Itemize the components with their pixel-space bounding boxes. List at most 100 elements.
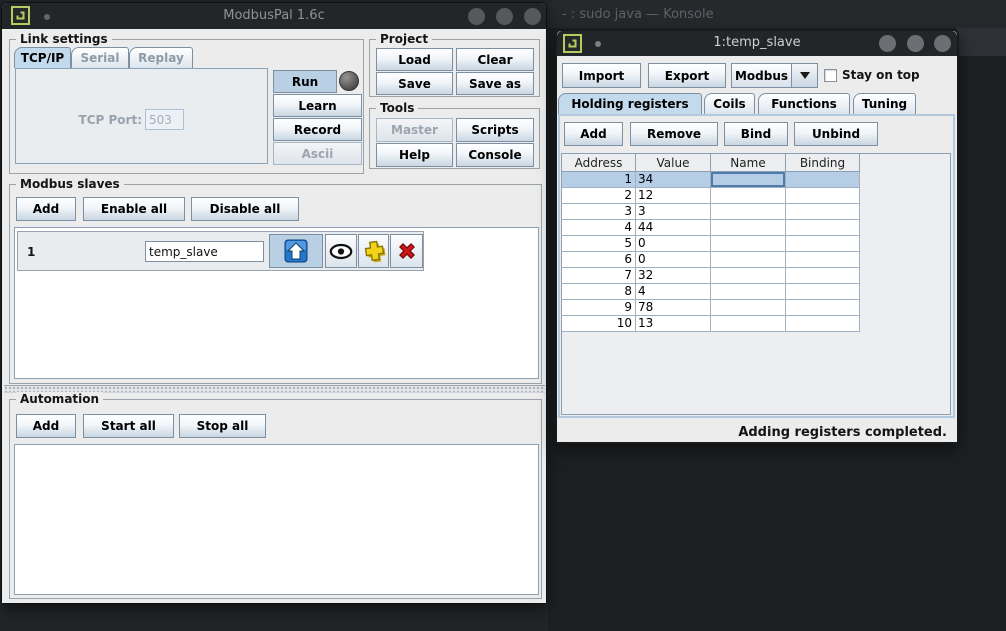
tab-serial[interactable]: Serial [71, 47, 129, 68]
table-row[interactable]: 84 [562, 284, 950, 300]
table-row[interactable]: 978 [562, 300, 950, 316]
minimize-button[interactable] [468, 8, 485, 25]
table-row[interactable]: 1013 [562, 316, 950, 332]
disable-all-button[interactable]: Disable all [191, 197, 299, 221]
tab-tcpip[interactable]: TCP/IP [14, 47, 71, 68]
start-all-button[interactable]: Start all [83, 414, 174, 438]
register-remove-button[interactable]: Remove [630, 122, 718, 146]
maximize-button[interactable] [907, 35, 924, 52]
save-button[interactable]: Save [376, 72, 453, 95]
tab-holding-registers[interactable]: Holding registers [558, 93, 702, 114]
address-cell[interactable]: 1 [562, 172, 636, 188]
bind-button[interactable]: Bind [724, 122, 788, 146]
scripts-button[interactable]: Scripts [456, 118, 534, 142]
name-cell[interactable] [711, 220, 786, 236]
name-cell[interactable] [711, 172, 786, 188]
value-cell[interactable]: 0 [636, 252, 711, 268]
binding-cell[interactable] [786, 220, 860, 236]
address-cell[interactable]: 9 [562, 300, 636, 316]
binding-cell[interactable] [786, 268, 860, 284]
binding-cell[interactable] [786, 316, 860, 332]
slave-name-field[interactable] [145, 241, 264, 262]
tab-functions[interactable]: Functions [758, 93, 850, 114]
load-button[interactable]: Load [376, 48, 453, 71]
close-button[interactable] [524, 8, 541, 25]
binding-cell[interactable] [786, 252, 860, 268]
table-row[interactable]: 134 [562, 172, 950, 188]
name-cell[interactable] [711, 188, 786, 204]
table-row[interactable]: 33 [562, 204, 950, 220]
tcp-port-field[interactable] [145, 109, 184, 130]
address-cell[interactable]: 10 [562, 316, 636, 332]
address-cell[interactable]: 6 [562, 252, 636, 268]
binding-cell[interactable] [786, 236, 860, 252]
stay-on-top-checkbox[interactable] [824, 69, 837, 82]
ascii-button[interactable]: Ascii [273, 142, 362, 165]
column-header[interactable]: Value [636, 154, 711, 172]
value-cell[interactable]: 0 [636, 236, 711, 252]
table-row[interactable]: 60 [562, 252, 950, 268]
tab-replay[interactable]: Replay [129, 47, 193, 68]
binding-cell[interactable] [786, 204, 860, 220]
learn-button[interactable]: Learn [273, 94, 362, 117]
slave-add-button[interactable]: Add [16, 197, 76, 221]
slave-delete-button[interactable] [390, 234, 423, 268]
name-cell[interactable] [711, 284, 786, 300]
address-cell[interactable]: 4 [562, 220, 636, 236]
console-button[interactable]: Console [456, 143, 534, 167]
name-cell[interactable] [711, 268, 786, 284]
modbuspal-titlebar[interactable]: ModbusPal 1.6c [2, 3, 546, 29]
record-button[interactable]: Record [273, 118, 362, 141]
table-row[interactable]: 50 [562, 236, 950, 252]
enable-all-button[interactable]: Enable all [83, 197, 185, 221]
value-cell[interactable]: 32 [636, 268, 711, 284]
name-cell[interactable] [711, 236, 786, 252]
modbus-combo[interactable]: Modbus [731, 63, 818, 88]
binding-cell[interactable] [786, 172, 860, 188]
value-cell[interactable]: 34 [636, 172, 711, 188]
address-cell[interactable]: 3 [562, 204, 636, 220]
column-header[interactable]: Name [711, 154, 786, 172]
column-header[interactable]: Binding [786, 154, 860, 172]
unbind-button[interactable]: Unbind [794, 122, 878, 146]
close-button[interactable] [934, 35, 951, 52]
address-cell[interactable]: 7 [562, 268, 636, 284]
import-button[interactable]: Import [562, 63, 641, 88]
combo-arrow-button[interactable] [791, 64, 817, 87]
table-row[interactable]: 212 [562, 188, 950, 204]
tab-coils[interactable]: Coils [704, 93, 755, 114]
table-row[interactable]: 732 [562, 268, 950, 284]
run-button[interactable]: Run [273, 70, 337, 93]
binding-cell[interactable] [786, 188, 860, 204]
register-add-button[interactable]: Add [564, 122, 623, 146]
value-cell[interactable]: 13 [636, 316, 711, 332]
value-cell[interactable]: 78 [636, 300, 711, 316]
binding-cell[interactable] [786, 300, 860, 316]
value-cell[interactable]: 12 [636, 188, 711, 204]
help-button[interactable]: Help [376, 143, 453, 167]
master-button[interactable]: Master [376, 118, 453, 142]
value-cell[interactable]: 44 [636, 220, 711, 236]
address-cell[interactable]: 2 [562, 188, 636, 204]
export-button[interactable]: Export [648, 63, 726, 88]
name-cell[interactable] [711, 300, 786, 316]
stop-all-button[interactable]: Stop all [179, 414, 266, 438]
konsole-titlebar[interactable]: - : sudo java — Konsole [548, 0, 1006, 28]
name-cell[interactable] [711, 204, 786, 220]
name-cell[interactable] [711, 252, 786, 268]
maximize-button[interactable] [496, 8, 513, 25]
dialog-titlebar[interactable]: 1:temp_slave [557, 31, 957, 56]
automation-add-button[interactable]: Add [16, 414, 76, 438]
clear-button[interactable]: Clear [456, 48, 534, 71]
slave-view-button[interactable] [325, 234, 357, 268]
value-cell[interactable]: 3 [636, 204, 711, 220]
column-header[interactable]: Address [562, 154, 636, 172]
slave-duplicate-button[interactable] [358, 234, 389, 268]
address-cell[interactable]: 8 [562, 284, 636, 300]
registers-scrollpane[interactable]: AddressValueNameBinding 1342123344450607… [561, 153, 951, 415]
save-as-button[interactable]: Save as [456, 72, 534, 95]
slave-enable-toggle[interactable] [269, 234, 323, 268]
minimize-button[interactable] [879, 35, 896, 52]
binding-cell[interactable] [786, 284, 860, 300]
address-cell[interactable]: 5 [562, 236, 636, 252]
